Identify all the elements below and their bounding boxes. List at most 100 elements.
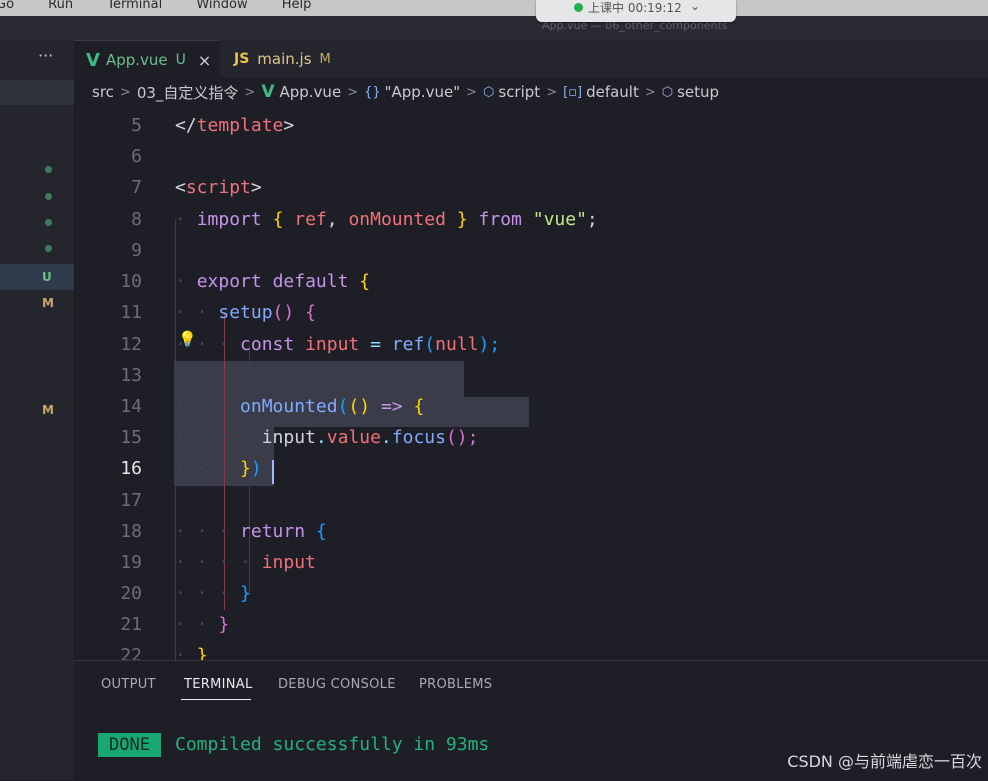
code-line: · · }: [175, 614, 230, 635]
menu-help[interactable]: Help: [282, 0, 312, 11]
recording-indicator[interactable]: 上课中 00:19:12 ⌄: [536, 0, 736, 22]
chevron-right-icon: >: [546, 84, 558, 100]
code-token: ;: [586, 209, 598, 230]
line-number: 9: [131, 240, 142, 261]
code-token: from: [478, 209, 522, 230]
breadcrumb-item[interactable]: src: [92, 83, 114, 101]
line-number: 7: [131, 177, 142, 198]
menu-window[interactable]: Window: [196, 0, 247, 11]
close-icon[interactable]: ×: [198, 51, 211, 70]
menu-go[interactable]: Go: [0, 0, 14, 11]
breadcrumb-item[interactable]: default: [586, 83, 639, 101]
tab-status: M: [319, 51, 331, 67]
git-dot-icon: [45, 245, 52, 252]
status-modified: M: [42, 403, 54, 417]
watermark: CSDN @与前端虐恋一百次: [787, 752, 982, 771]
code-token: );: [478, 334, 501, 355]
line-number: 11: [120, 302, 142, 323]
code-token: focus: [391, 427, 446, 448]
chevron-down-icon: ⌄: [690, 0, 701, 13]
code-token: (: [337, 396, 349, 417]
code-token: input: [305, 334, 360, 355]
code-line: · }: [175, 645, 208, 660]
code-line: · · · const input = ref(null);: [175, 334, 501, 355]
git-dot-icon: [45, 166, 52, 173]
code-token: import: [196, 209, 262, 230]
chevron-right-icon: >: [644, 84, 656, 100]
tab-debug-console[interactable]: DEBUG CONSOLE: [278, 677, 396, 692]
code-token: </: [175, 115, 197, 136]
tab-app-vue[interactable]: V App.vue U ×: [74, 40, 220, 79]
breadcrumb: src > 03_自定义指令 > V App.vue > {} "App.vue…: [92, 82, 719, 102]
tab-output[interactable]: OUTPUT: [101, 677, 156, 692]
chevron-right-icon: >: [244, 84, 256, 100]
code-token: >: [283, 115, 295, 136]
breadcrumb-item[interactable]: 03_自定义指令: [137, 82, 239, 103]
line-number: 15: [120, 427, 142, 448]
tab-problems[interactable]: PROBLEMS: [419, 677, 492, 692]
menu-terminal[interactable]: Terminal: [107, 0, 162, 11]
recording-label: 上课中 00:19:12: [588, 1, 682, 15]
vue-logo-icon: V: [86, 49, 100, 71]
tab-label: App.vue: [105, 51, 168, 69]
line-number: 18: [120, 521, 142, 542]
code-token: =: [370, 334, 381, 355]
line-number: 5: [131, 115, 142, 136]
method-icon: ⬡: [661, 84, 674, 100]
code-line: · export default {: [175, 271, 371, 292]
breadcrumb-item[interactable]: App.vue: [279, 83, 341, 101]
chevron-right-icon: >: [466, 84, 478, 100]
code-token: template: [196, 115, 284, 136]
tab-terminal[interactable]: TERMINAL: [184, 677, 253, 692]
code-token: value: [326, 427, 381, 448]
title-bar: App.vue — 06_other_components: [0, 16, 988, 40]
vue-logo-icon: V: [261, 82, 275, 102]
code-token: script: [185, 177, 251, 198]
line-number: 8: [131, 209, 142, 230]
code-token: .: [380, 427, 392, 448]
code-line: · import { ref, onMounted } from "vue";: [175, 209, 598, 230]
menubar: Go Run Terminal Window Help: [0, 0, 988, 17]
chevron-right-icon: >: [119, 84, 131, 100]
breadcrumb-item[interactable]: setup: [677, 83, 719, 101]
code-line: · · · · input.value.focus();: [175, 427, 479, 448]
breadcrumb-item[interactable]: "App.vue": [385, 83, 460, 101]
more-actions-icon[interactable]: ···: [38, 46, 53, 65]
code-line: · · · }): [175, 458, 262, 479]
explorer-row-selected[interactable]: [0, 80, 74, 105]
code-token: <: [175, 177, 186, 198]
chevron-right-icon: >: [347, 84, 359, 100]
code-token: null: [435, 334, 479, 355]
code-token: {: [305, 302, 316, 323]
code-token: {: [413, 396, 425, 417]
line-number: 12: [120, 334, 142, 355]
code-token: }: [240, 583, 251, 604]
menu-run[interactable]: Run: [48, 0, 73, 11]
line-number: 6: [131, 146, 142, 167]
status-badge: DONE: [98, 733, 161, 757]
explorer-row-active[interactable]: [0, 264, 74, 290]
lightbulb-icon[interactable]: 💡: [178, 330, 197, 348]
line-number: 22: [120, 645, 142, 660]
code-token: return: [240, 521, 306, 542]
line-number: 20: [120, 583, 142, 604]
code-token: onMounted: [240, 396, 338, 417]
code-editor[interactable]: 5 6 7 8 9 10 11 12 13 14 15 16 17 18 19 …: [74, 110, 988, 660]
code-token: ref: [294, 209, 327, 230]
module-icon: [▫]: [563, 84, 583, 100]
code-token: (): [272, 302, 295, 323]
code-token: }: [456, 209, 468, 230]
recording-dot-icon: [574, 3, 583, 12]
code-token: ,: [326, 209, 338, 230]
line-number: 21: [120, 614, 142, 635]
code-token: (: [424, 334, 436, 355]
js-logo-icon: JS: [234, 51, 250, 67]
code-token: const: [240, 334, 295, 355]
line-number: 14: [120, 396, 142, 417]
breadcrumb-item[interactable]: script: [498, 83, 540, 101]
code-line: · · setup() {: [175, 302, 316, 323]
tab-main-js[interactable]: JS main.js M: [224, 40, 364, 78]
explorer-sidebar: ··· U M M: [0, 40, 75, 780]
code-token: export: [196, 271, 262, 292]
code-token: ref: [391, 334, 425, 355]
